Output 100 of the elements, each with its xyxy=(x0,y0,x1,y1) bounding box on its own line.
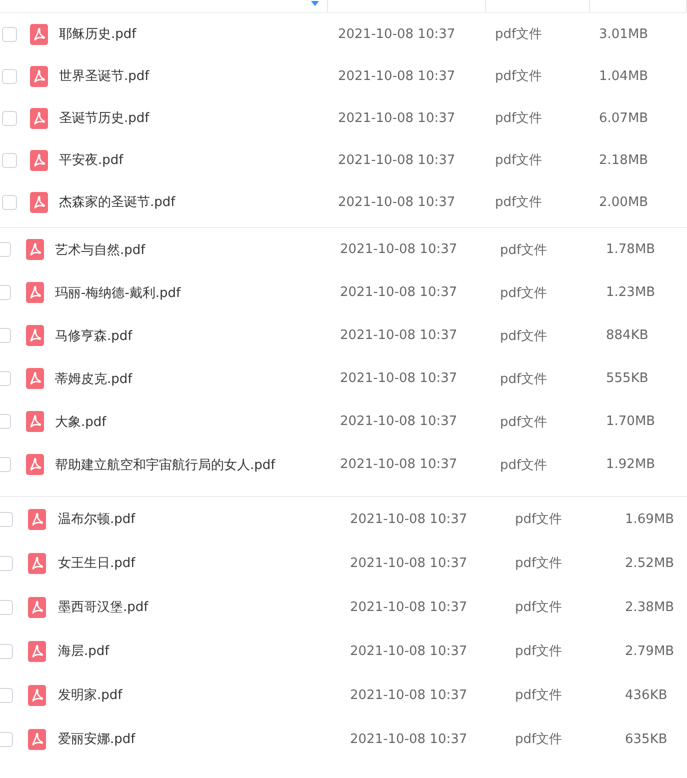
row-checkbox[interactable] xyxy=(2,194,17,210)
pdf-file-icon xyxy=(28,684,46,706)
file-type: pdf文件 xyxy=(500,328,548,344)
file-type: pdf文件 xyxy=(515,555,564,572)
modified-time: 2021-10-08 10:37 xyxy=(350,644,468,658)
file-name[interactable]: 圣诞节历史.pdf xyxy=(59,109,338,127)
modified-time: 2021-10-08 10:37 xyxy=(340,371,458,386)
file-type: pdf文件 xyxy=(500,242,548,258)
file-size: 1.78MB xyxy=(606,242,656,257)
file-name[interactable]: 温布尔顿.pdf xyxy=(58,510,350,528)
pdf-file-icon xyxy=(28,728,46,750)
file-size: 2.18MB xyxy=(599,152,650,168)
modified-time: 2021-10-08 10:37 xyxy=(338,152,456,168)
row-checkbox[interactable] xyxy=(0,556,13,570)
row-checkbox[interactable] xyxy=(0,414,11,429)
file-name[interactable]: 平安夜.pdf xyxy=(59,151,338,169)
file-size: 884KB xyxy=(606,328,650,343)
file-size: 2.52MB xyxy=(625,556,676,570)
pdf-file-icon xyxy=(28,508,46,530)
file-type: pdf文件 xyxy=(495,194,544,211)
modified-time: 2021-10-08 10:37 xyxy=(338,68,456,84)
modified-time: 2021-10-08 10:37 xyxy=(338,194,456,210)
file-type: pdf文件 xyxy=(495,152,544,169)
modified-time: 2021-10-08 10:37 xyxy=(340,457,458,472)
modified-time: 2021-10-08 10:37 xyxy=(350,688,468,702)
pdf-file-icon xyxy=(26,454,44,475)
pdf-file-icon xyxy=(26,411,44,432)
pdf-file-icon xyxy=(26,325,44,346)
pdf-file-icon xyxy=(30,24,48,44)
file-type: pdf文件 xyxy=(515,687,564,704)
file-name[interactable]: 艺术与自然.pdf xyxy=(55,240,340,258)
file-name[interactable]: 帮助建立航空和宇宙航行局的女人.pdf xyxy=(55,456,340,474)
file-name[interactable]: 杰森家的圣诞节.pdf xyxy=(59,193,338,211)
sort-arrow-icon xyxy=(311,1,319,7)
row-checkbox[interactable] xyxy=(0,644,13,658)
file-name[interactable]: 蒂姆皮克.pdf xyxy=(55,370,340,388)
pdf-file-icon xyxy=(26,368,44,389)
file-type: pdf文件 xyxy=(515,511,564,528)
file-name[interactable]: 墨西哥汉堡.pdf xyxy=(58,598,350,616)
file-type: pdf文件 xyxy=(500,370,548,388)
file-size: 2.38MB xyxy=(625,600,676,614)
file-size: 635KB xyxy=(625,732,668,746)
file-size: 555KB xyxy=(606,371,650,386)
file-type: pdf文件 xyxy=(515,731,564,748)
row-checkbox[interactable] xyxy=(0,688,13,702)
file-name[interactable]: 大象.pdf xyxy=(55,412,340,430)
file-size: 1.23MB xyxy=(606,285,656,300)
pdf-file-icon xyxy=(28,640,46,662)
file-size: 1.69MB xyxy=(625,512,676,526)
modified-time: 2021-10-08 10:37 xyxy=(340,328,458,343)
file-name[interactable]: 世界圣诞节.pdf xyxy=(59,67,338,85)
file-name[interactable]: 马修亨森.pdf xyxy=(55,326,340,344)
modified-time: 2021-10-08 10:37 xyxy=(338,110,456,126)
file-size: 436KB xyxy=(625,688,668,702)
row-checkbox[interactable] xyxy=(0,242,11,257)
modified-time: 2021-10-08 10:37 xyxy=(350,556,468,570)
file-name[interactable]: 爱丽安娜.pdf xyxy=(58,730,350,748)
pdf-file-icon xyxy=(26,239,44,260)
file-name[interactable]: 海层.pdf xyxy=(58,642,350,660)
row-checkbox[interactable] xyxy=(2,68,17,84)
file-size: 1.70MB xyxy=(606,414,656,429)
pdf-file-icon xyxy=(28,552,46,574)
modified-time: 2021-10-08 10:37 xyxy=(338,26,456,42)
row-checkbox[interactable] xyxy=(0,285,11,300)
file-size: 1.92MB xyxy=(606,457,656,472)
file-type: pdf文件 xyxy=(515,643,564,660)
modified-time: 2021-10-08 10:37 xyxy=(340,242,458,257)
pdf-file-icon xyxy=(28,596,46,618)
file-type: pdf文件 xyxy=(500,284,548,302)
row-checkbox[interactable] xyxy=(0,371,11,386)
row-checkbox[interactable] xyxy=(0,512,13,526)
file-name[interactable]: 耶稣历史.pdf xyxy=(59,25,338,43)
file-size: 3.01MB xyxy=(599,26,650,42)
file-name[interactable]: 女王生日.pdf xyxy=(58,554,350,572)
modified-time: 2021-10-08 10:37 xyxy=(340,285,458,300)
file-size: 1.04MB xyxy=(599,68,650,84)
pdf-file-icon xyxy=(30,150,48,170)
file-size: 6.07MB xyxy=(599,110,650,126)
file-name[interactable]: 玛丽-梅纳德-戴利.pdf xyxy=(55,284,340,302)
row-checkbox[interactable] xyxy=(2,110,17,126)
file-type: pdf文件 xyxy=(500,414,548,430)
file-type: pdf文件 xyxy=(495,68,544,85)
pdf-file-icon xyxy=(30,66,48,86)
row-checkbox[interactable] xyxy=(2,152,17,168)
row-checkbox[interactable] xyxy=(0,457,11,472)
modified-time: 2021-10-08 10:37 xyxy=(350,732,468,746)
row-checkbox[interactable] xyxy=(0,600,13,614)
pdf-file-icon xyxy=(26,282,44,303)
file-name[interactable]: 发明家.pdf xyxy=(58,686,350,704)
file-type: pdf文件 xyxy=(495,110,544,127)
modified-time: 2021-10-08 10:37 xyxy=(350,512,468,526)
row-checkbox[interactable] xyxy=(0,732,13,746)
pdf-file-icon xyxy=(30,108,48,128)
file-type: pdf文件 xyxy=(500,456,548,474)
file-size: 2.79MB xyxy=(625,644,676,658)
row-checkbox[interactable] xyxy=(2,26,17,42)
file-type: pdf文件 xyxy=(515,599,564,616)
row-checkbox[interactable] xyxy=(0,328,11,343)
modified-time: 2021-10-08 10:37 xyxy=(350,600,468,614)
pdf-file-icon xyxy=(30,192,48,212)
